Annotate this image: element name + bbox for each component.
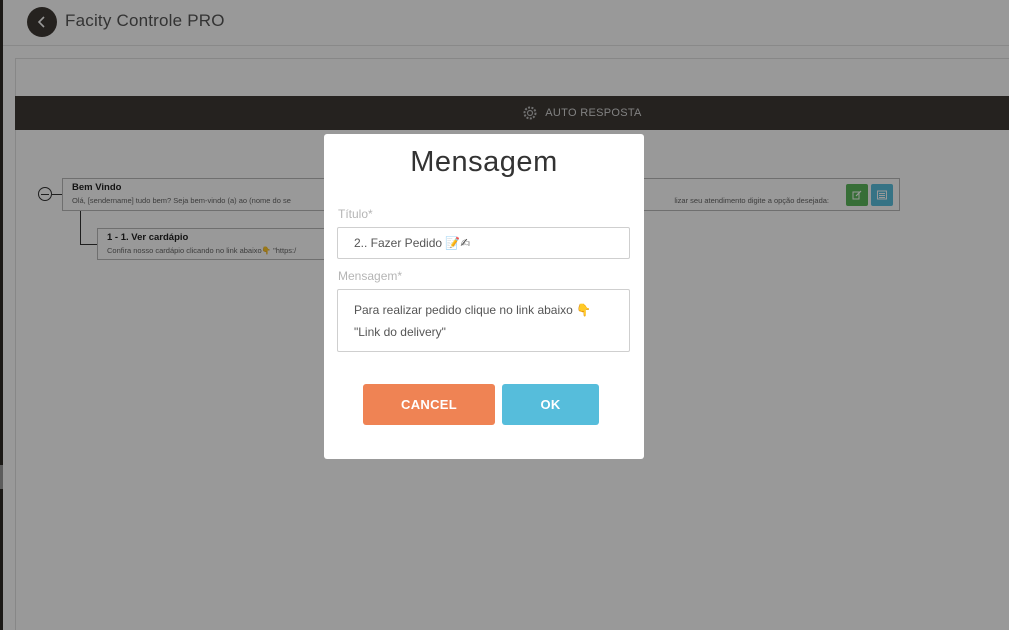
mensagem-label: Mensagem* [338, 269, 403, 283]
mensagem-line: "Link do delivery" [354, 325, 446, 339]
message-dialog: Mensagem Título* 2.. Fazer Pedido 📝✍ Men… [324, 134, 644, 459]
cancel-button[interactable]: CANCEL [363, 384, 495, 425]
titulo-label: Título* [338, 207, 373, 221]
mensagem-textarea[interactable]: Para realizar pedido clique no link abai… [337, 289, 630, 352]
mensagem-line: Para realizar pedido clique no link abai… [354, 303, 592, 317]
ok-button[interactable]: OK [502, 384, 599, 425]
dialog-title: Mensagem [410, 146, 558, 178]
titulo-input[interactable]: 2.. Fazer Pedido 📝✍ [337, 227, 630, 259]
